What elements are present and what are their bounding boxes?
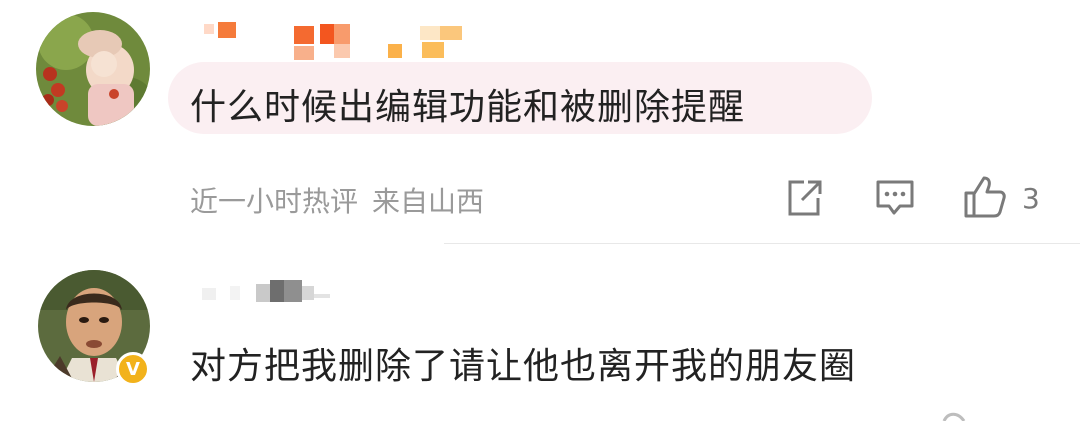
comment-text: 什么时候出编辑功能和被删除提醒 (190, 87, 746, 128)
comment-item[interactable] (0, 244, 1080, 417)
avatar-image (36, 12, 150, 126)
mosaic-icon (202, 280, 330, 302)
avatar[interactable] (36, 12, 150, 126)
comment-location: 来自山西 (372, 185, 485, 218)
like-count: 3 (1022, 182, 1040, 215)
decoration-icon (940, 406, 970, 425)
share-icon[interactable] (784, 178, 824, 222)
username-redacted[interactable] (200, 16, 480, 66)
like-icon[interactable] (962, 174, 1008, 224)
comment-meta: 近一小时热评 来自山西 (190, 180, 484, 220)
comment-item[interactable]: 什么时候出编辑功能和被删除提醒 近一小时热评 来自山西 3 (0, 0, 1080, 244)
comment-time: 近一小时热评 (190, 185, 359, 218)
comment-icon[interactable] (874, 178, 916, 222)
username-redacted[interactable] (200, 276, 340, 308)
verified-badge-icon: V (116, 352, 150, 386)
mosaic-icon (204, 22, 462, 60)
comment-text: 对方把我删除了请让他也离开我的朋友圈 (190, 346, 857, 387)
